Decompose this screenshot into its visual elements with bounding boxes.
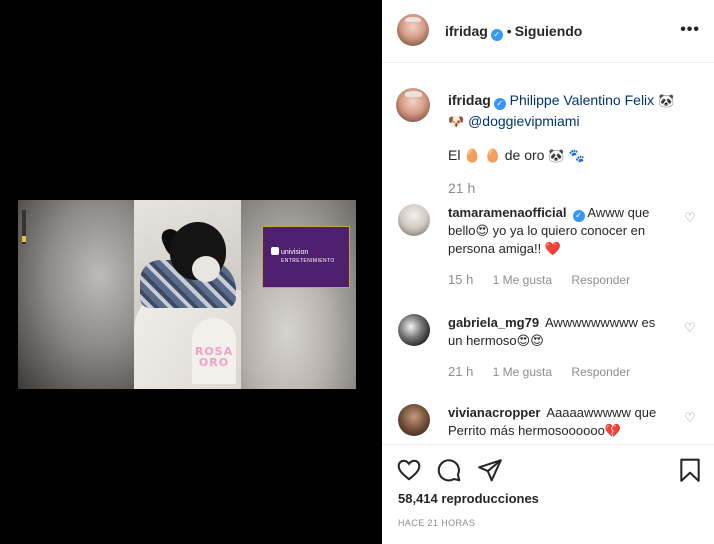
more-options-icon[interactable]: ••• bbox=[680, 22, 700, 38]
video-corner-tag bbox=[22, 210, 26, 244]
univision-brand: univision bbox=[281, 249, 309, 256]
caption-timestamp[interactable]: 21 h bbox=[448, 180, 475, 196]
comment-body: tamaramenaofficial ✓ Awww que bello😍 yo y… bbox=[448, 204, 670, 258]
heart-icon[interactable]: ♡ bbox=[684, 322, 698, 336]
show-logo: ROSA ORO bbox=[194, 345, 234, 369]
mention-doggievip[interactable]: @doggievipmiami bbox=[468, 113, 579, 129]
post-header: ifridag ✓ • Siguiendo ••• bbox=[382, 0, 714, 63]
comment-timestamp[interactable]: 15 h bbox=[448, 272, 473, 287]
heart-icon[interactable]: ♡ bbox=[684, 212, 698, 226]
caption-text-de-oro: de oro bbox=[504, 147, 545, 163]
comment-meta: 21 h 1 Me gusta Responder bbox=[448, 364, 646, 379]
verified-badge-icon: ✓ bbox=[490, 29, 503, 41]
video-blur-left bbox=[18, 200, 134, 389]
post-username[interactable]: ifridag bbox=[445, 23, 488, 39]
comment-body: gabriela_mg79 Awwwwwwwww es un hermoso😍😍 bbox=[448, 314, 670, 350]
comment-body: vivianacropper Aaaaawwwww que Perrito má… bbox=[448, 404, 670, 440]
separator: • bbox=[506, 23, 512, 39]
heart-icon[interactable] bbox=[396, 457, 422, 483]
mention-philippe[interactable]: Philippe Valentino Felix bbox=[510, 92, 655, 108]
comment-meta: 15 h 1 Me gusta Responder bbox=[448, 272, 646, 287]
avatar[interactable] bbox=[398, 404, 430, 436]
share-icon[interactable] bbox=[477, 457, 503, 483]
dog-emoji: 🐶 bbox=[448, 115, 465, 130]
comment-timestamp[interactable]: 21 h bbox=[448, 364, 473, 379]
univision-logo-icon bbox=[271, 247, 279, 255]
comment-likes[interactable]: 1 Me gusta bbox=[493, 273, 552, 287]
bookmark-icon[interactable] bbox=[677, 457, 703, 483]
video-player[interactable]: ROSA ORO univision ENTRETENIMIENTO bbox=[18, 200, 356, 389]
comments-list[interactable]: ifridag ✓ Philippe Valentino Felix 🐼 🐶 @d… bbox=[382, 64, 714, 444]
univision-overlay: univision ENTRETENIMIENTO bbox=[262, 226, 350, 288]
comment-username[interactable]: tamaramenaofficial bbox=[448, 205, 567, 220]
comment-icon[interactable] bbox=[436, 457, 462, 483]
verified-badge-icon: ✓ bbox=[572, 210, 585, 222]
heart-icon[interactable]: ♡ bbox=[684, 412, 698, 426]
verified-badge-icon: ✓ bbox=[493, 98, 506, 110]
post-media[interactable]: ROSA ORO univision ENTRETENIMIENTO bbox=[0, 0, 382, 544]
views-label: reproducciones bbox=[441, 491, 539, 506]
panda-emoji: 🐼 bbox=[658, 94, 675, 109]
comment-likes[interactable]: 1 Me gusta bbox=[493, 365, 552, 379]
views-count[interactable]: 58,414 reproducciones bbox=[398, 491, 539, 506]
reply-button[interactable]: Responder bbox=[571, 273, 630, 287]
reply-button[interactable]: Responder bbox=[571, 365, 630, 379]
video-frame: ROSA ORO bbox=[134, 200, 241, 389]
post-sidebar: ifridag ✓ • Siguiendo ••• ifridag ✓ Philippe… bbox=[382, 0, 714, 544]
caption-text-el: El bbox=[448, 147, 461, 163]
egg-emoji: 🥚 🥚 bbox=[464, 149, 501, 164]
avatar[interactable] bbox=[397, 14, 429, 46]
comment-username[interactable]: vivianacropper bbox=[448, 405, 541, 420]
comment-username[interactable]: gabriela_mg79 bbox=[448, 315, 539, 330]
avatar[interactable] bbox=[398, 204, 430, 236]
views-number: 58,414 bbox=[398, 491, 438, 506]
caption-username[interactable]: ifridag bbox=[448, 92, 491, 108]
posted-time[interactable]: HACE 21 HORAS bbox=[398, 518, 475, 528]
following-button[interactable]: Siguiendo bbox=[515, 23, 583, 39]
univision-sub: ENTRETENIMIENTO bbox=[281, 258, 335, 264]
avatar[interactable] bbox=[398, 314, 430, 346]
post-actions: 58,414 reproducciones HACE 21 HORAS bbox=[382, 444, 714, 544]
avatar[interactable] bbox=[396, 88, 430, 122]
panda-emoji: 🐼 🐾 bbox=[548, 149, 585, 164]
